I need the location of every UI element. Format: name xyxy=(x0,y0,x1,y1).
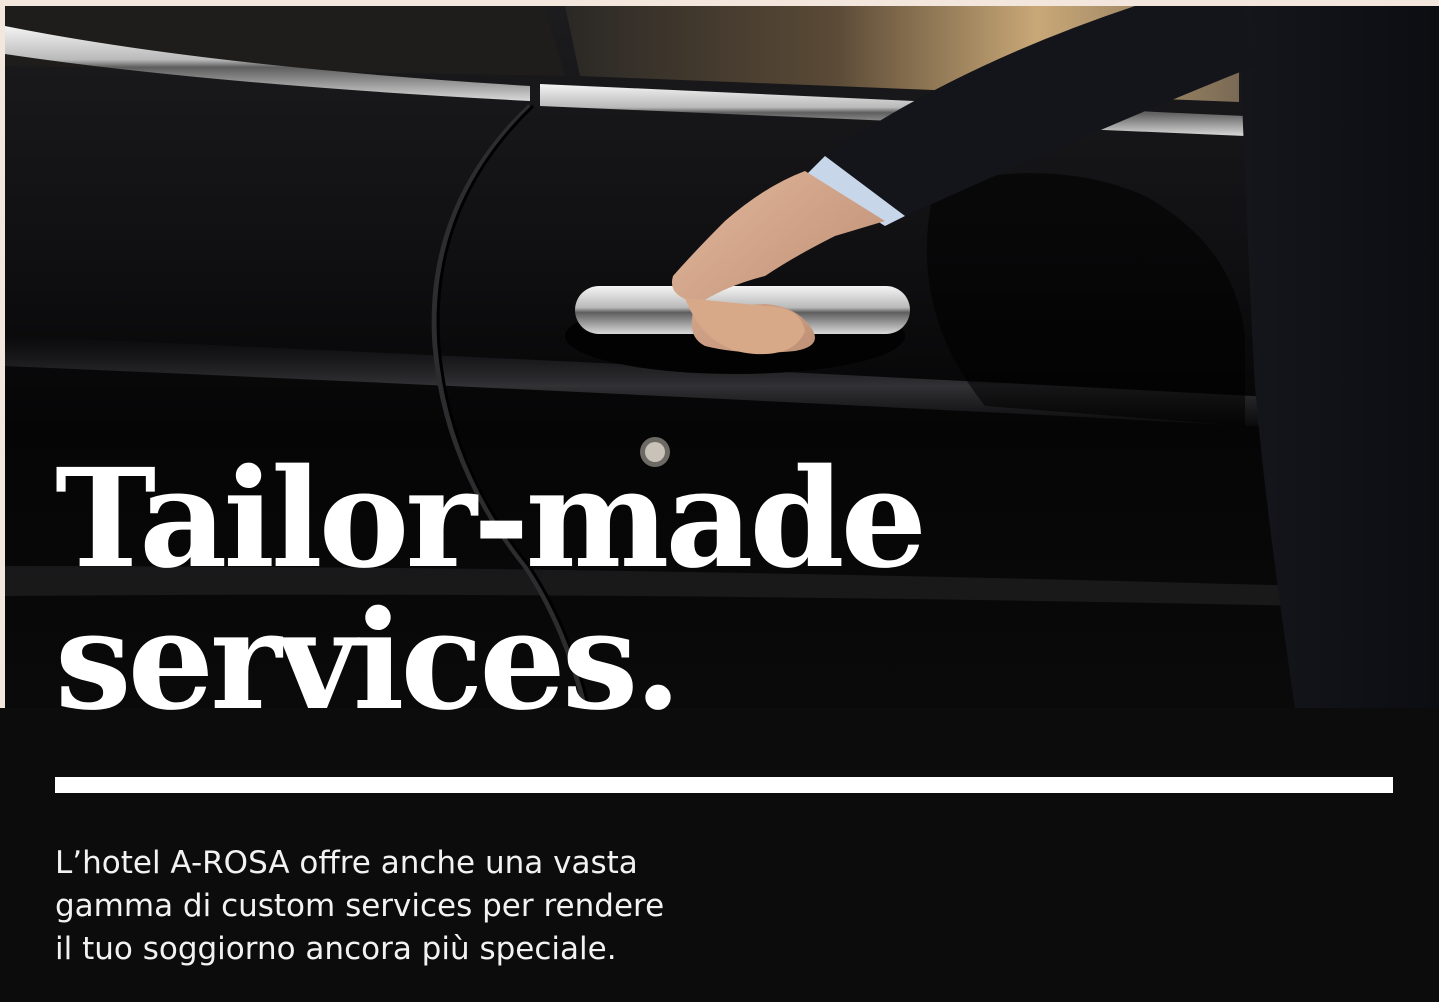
description-line-2: gamma di custom services per rendere xyxy=(55,888,665,924)
divider-bar xyxy=(55,777,1393,793)
description-line-3: il tuo soggiorno ancora più speciale. xyxy=(55,931,617,967)
services-page: Tailor-made services. L’hotel A-ROSA off… xyxy=(0,0,1439,1002)
description-line-1: L’hotel A-ROSA offre anche una vasta xyxy=(55,845,638,881)
services-description: L’hotel A-ROSA offre anche una vasta gam… xyxy=(55,842,815,971)
headline-line-1: Tailor-made xyxy=(55,439,927,599)
headline-line-2: services. xyxy=(55,581,682,741)
page-headline: Tailor-made services. xyxy=(55,439,927,741)
